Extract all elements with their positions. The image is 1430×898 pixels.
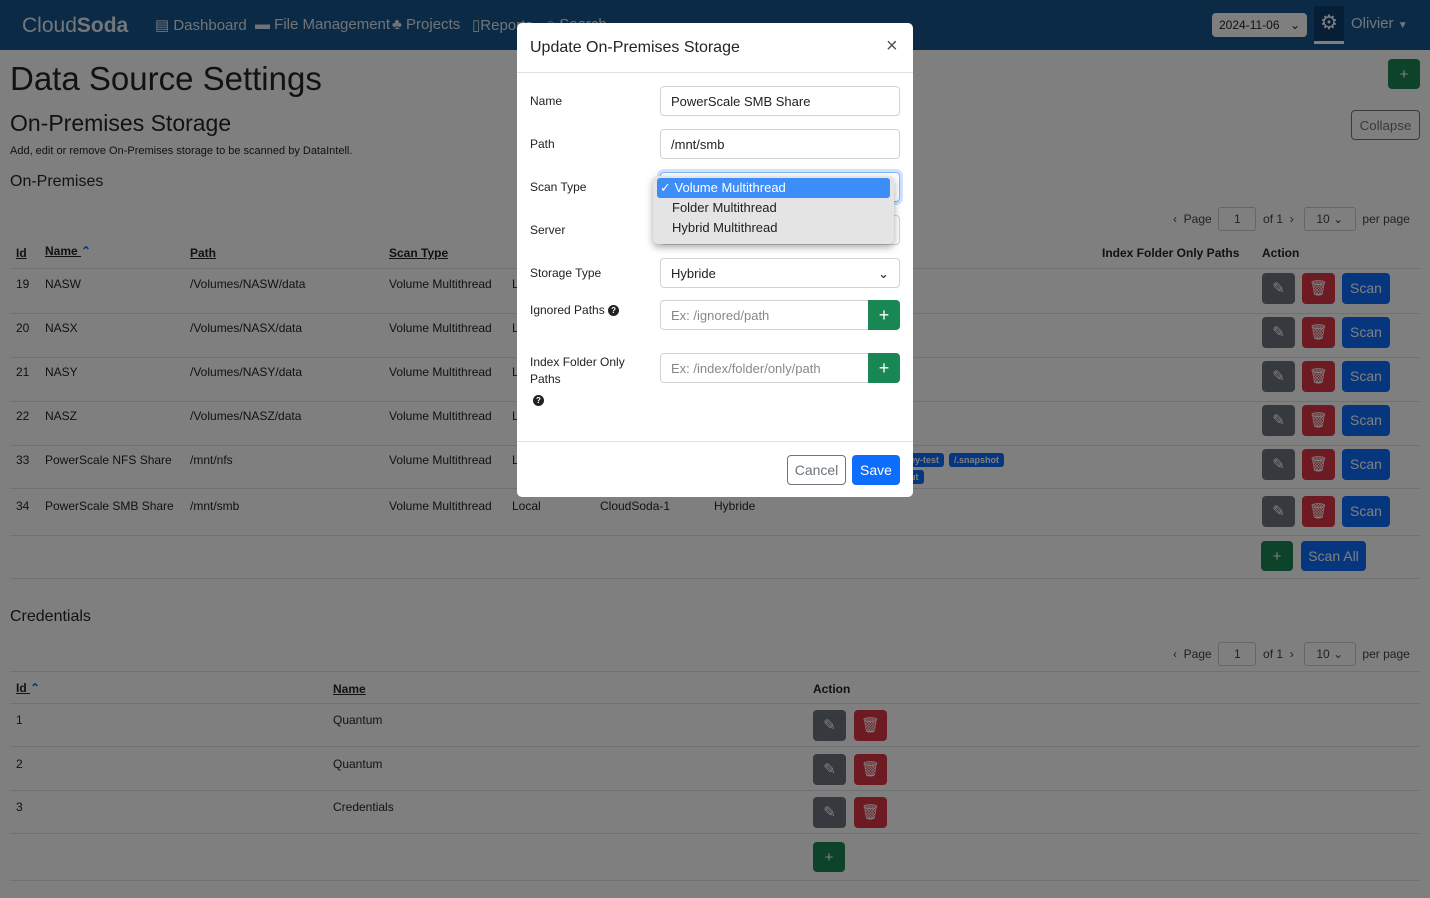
modal-title: Update On-Premises Storage	[530, 39, 740, 56]
divider	[517, 441, 913, 442]
option-folder-multithread[interactable]: Folder Multithread	[657, 198, 890, 218]
cancel-button[interactable]: Cancel	[787, 455, 846, 485]
update-storage-modal: Update On-Premises Storage × Name Path S…	[517, 23, 913, 497]
path-label: Path	[530, 137, 555, 151]
close-icon[interactable]: ×	[886, 35, 898, 58]
save-button[interactable]: Save	[852, 455, 900, 485]
help-icon[interactable]: ?	[533, 395, 544, 406]
chevron-down-icon: ⌄	[878, 266, 889, 281]
ignored-label-text: Ignored Paths	[530, 303, 605, 317]
name-label: Name	[530, 94, 563, 108]
index-paths-label: Index Folder Only Paths	[530, 355, 625, 386]
scan-type-dropdown: ✓ Volume Multithread Folder Multithread …	[653, 176, 894, 244]
divider	[517, 72, 913, 73]
add-index-path-button[interactable]: +	[868, 353, 900, 383]
index-path-input[interactable]	[660, 353, 870, 383]
storage-type-value: Hybride	[671, 266, 716, 281]
ignored-path-input[interactable]	[660, 300, 870, 330]
storage-type-label: Storage Type	[530, 266, 602, 280]
option-hybrid-multithread[interactable]: Hybrid Multithread	[657, 218, 890, 238]
option-volume-multithread[interactable]: ✓ Volume Multithread	[657, 178, 890, 198]
ignored-paths-label: Ignored Paths ?	[530, 303, 620, 317]
add-ignored-path-button[interactable]: +	[868, 300, 900, 330]
name-input[interactable]	[660, 86, 900, 116]
server-label: Server	[530, 223, 566, 237]
storage-type-select[interactable]: Hybride ⌄	[660, 258, 900, 288]
help-icon[interactable]: ?	[608, 305, 620, 317]
path-input[interactable]	[660, 129, 900, 159]
scan-type-label: Scan Type	[530, 180, 587, 194]
